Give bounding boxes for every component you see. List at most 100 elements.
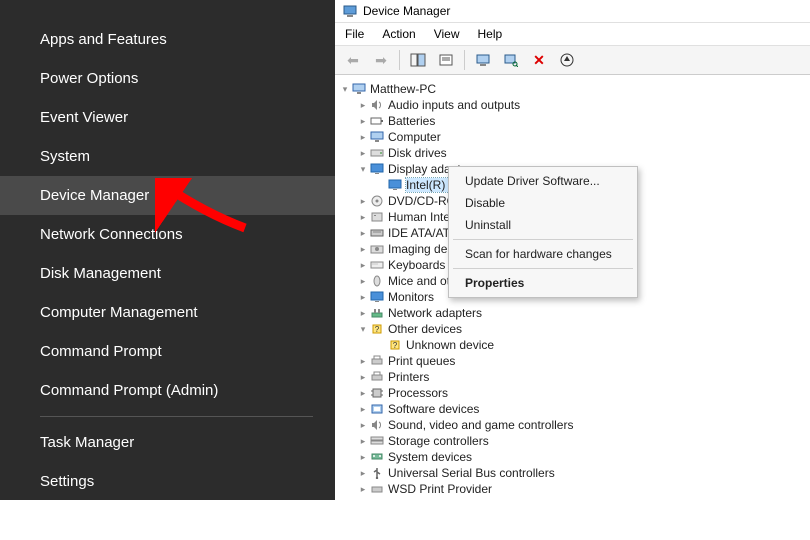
ctx-uninstall[interactable]: Uninstall	[451, 214, 635, 236]
tree-label: WSD Print Provider	[388, 482, 492, 496]
tree-caret[interactable]: ▸	[357, 420, 369, 431]
tree-label: Print queues	[388, 354, 455, 368]
tree-caret[interactable]: ▾	[357, 164, 369, 175]
ctx-update-driver[interactable]: Update Driver Software...	[451, 170, 635, 192]
tree-node-printer[interactable]: ▸ Printers	[339, 369, 806, 385]
tree-node-disk[interactable]: ▸Disk drives	[339, 145, 806, 161]
display-icon	[387, 178, 403, 192]
dvd-icon	[369, 194, 385, 208]
winx-item-device-manager[interactable]: Device Manager	[0, 176, 335, 215]
menu-file[interactable]: File	[345, 27, 364, 41]
tree-caret[interactable]: ▸	[357, 308, 369, 319]
tree-label: Monitors	[388, 290, 434, 304]
update-icon[interactable]	[557, 50, 577, 70]
tree-caret[interactable]: ▸	[357, 132, 369, 143]
storage-icon	[369, 434, 385, 448]
winx-item-network-connections[interactable]: Network Connections	[0, 215, 335, 254]
tree-node-battery[interactable]: ▸Batteries	[339, 113, 806, 129]
tree-node-software[interactable]: ▸ Software devices	[339, 401, 806, 417]
toolbar: ⬅ ➡ ✕	[335, 46, 810, 75]
winx-item-apps-features[interactable]: Apps and Features	[0, 20, 335, 59]
menu-view[interactable]: View	[434, 27, 460, 41]
tree-node-storage[interactable]: ▸Storage controllers	[339, 433, 806, 449]
tree-root[interactable]: ▾Matthew-PC	[339, 81, 806, 97]
back-button[interactable]: ⬅	[343, 50, 363, 70]
tree-caret[interactable]: ▸	[357, 452, 369, 463]
tree-caret[interactable]: ▸	[357, 116, 369, 127]
properties-icon[interactable]	[436, 50, 456, 70]
mouse-icon	[369, 274, 385, 288]
tree-label: Other devices	[388, 322, 462, 336]
tree-label: Mice and ot	[388, 274, 450, 288]
menu-action[interactable]: Action	[382, 27, 415, 41]
tree-label: Printers	[388, 370, 429, 384]
winx-item-settings[interactable]: Settings	[0, 462, 335, 501]
uninstall-icon[interactable]: ✕	[529, 50, 549, 70]
window-titlebar: Device Manager	[335, 0, 810, 23]
wsd-icon	[369, 482, 385, 496]
tree-label: Computer	[388, 130, 441, 144]
tree-caret[interactable]: ▸	[357, 100, 369, 111]
menu-divider	[40, 416, 313, 417]
tree-caret[interactable]: ▸	[357, 196, 369, 207]
toolbar-separator	[464, 50, 465, 70]
winx-item-system[interactable]: System	[0, 137, 335, 176]
tree-label: DVD/CD-RO	[388, 194, 456, 208]
winx-item-computer-management[interactable]: Computer Management	[0, 293, 335, 332]
tree-label: Software devices	[388, 402, 479, 416]
root-icon	[351, 82, 367, 96]
tree-label: Sound, video and game controllers	[388, 418, 573, 432]
tree-node-cpu[interactable]: ▸ Processors	[339, 385, 806, 401]
svg-text:?: ?	[375, 325, 380, 334]
tree-label: Universal Serial Bus controllers	[388, 466, 555, 480]
tree-node-usb[interactable]: ▸ Universal Serial Bus controllers	[339, 465, 806, 481]
tree-node-system[interactable]: ▸System devices	[339, 449, 806, 465]
tree-caret[interactable]: ▸	[357, 372, 369, 383]
tree-node-audio[interactable]: ▸Audio inputs and outputs	[339, 97, 806, 113]
tree-caret[interactable]: ▸	[357, 388, 369, 399]
ctx-properties[interactable]: Properties	[451, 272, 635, 294]
winx-item-command-prompt[interactable]: Command Prompt	[0, 332, 335, 371]
winx-item-task-manager[interactable]: Task Manager	[0, 423, 335, 462]
tree-caret[interactable]: ▸	[357, 260, 369, 271]
winx-item-disk-management[interactable]: Disk Management	[0, 254, 335, 293]
tree-node-computer[interactable]: ▸ Computer	[339, 129, 806, 145]
tree-caret[interactable]: ▸	[357, 228, 369, 239]
winx-item-power-options[interactable]: Power Options	[0, 59, 335, 98]
ctx-disable[interactable]: Disable	[451, 192, 635, 214]
tree-caret[interactable]: ▾	[339, 84, 351, 95]
winx-item-event-viewer[interactable]: Event Viewer	[0, 98, 335, 137]
scan-hardware-icon[interactable]	[501, 50, 521, 70]
winx-item-command-prompt-admin[interactable]: Command Prompt (Admin)	[0, 371, 335, 410]
tree-caret[interactable]: ▸	[357, 292, 369, 303]
computer-icon[interactable]	[473, 50, 493, 70]
forward-button[interactable]: ➡	[371, 50, 391, 70]
tree-node-sound[interactable]: ▸ Sound, video and game controllers	[339, 417, 806, 433]
tree-caret[interactable]: ▸	[357, 148, 369, 159]
winx-menu: Apps and FeaturesPower OptionsEvent View…	[0, 0, 335, 500]
monitor-icon	[369, 290, 385, 304]
tree-caret[interactable]: ▸	[357, 212, 369, 223]
winx-item-file-explorer[interactable]: File Explorer	[0, 501, 335, 540]
tree-node-printq[interactable]: ▸ Print queues	[339, 353, 806, 369]
tree-node-other[interactable]: ▾? Other devices	[339, 321, 806, 337]
tree-caret[interactable]: ▸	[357, 404, 369, 415]
tree-node-wsd[interactable]: ▸ WSD Print Provider	[339, 481, 806, 497]
tree-caret[interactable]: ▸	[357, 436, 369, 447]
tree-caret[interactable]: ▸	[357, 244, 369, 255]
tree-caret[interactable]: ▸	[357, 468, 369, 479]
tree-caret[interactable]: ▸	[357, 276, 369, 287]
menubar: File Action View Help	[335, 23, 810, 46]
keyboard-icon	[369, 258, 385, 272]
network-icon	[369, 306, 385, 320]
tree-caret[interactable]: ▸	[357, 356, 369, 367]
tree-label: Processors	[388, 386, 448, 400]
tree-caret[interactable]: ▾	[357, 324, 369, 335]
menu-help[interactable]: Help	[478, 27, 503, 41]
show-hide-icon[interactable]	[408, 50, 428, 70]
tree-node-network[interactable]: ▸Network adapters	[339, 305, 806, 321]
tree-caret[interactable]: ▸	[357, 484, 369, 495]
computer-icon	[369, 130, 385, 144]
ctx-scan-hardware[interactable]: Scan for hardware changes	[451, 243, 635, 265]
tree-node-child-unknown[interactable]: ?Unknown device	[339, 337, 806, 353]
